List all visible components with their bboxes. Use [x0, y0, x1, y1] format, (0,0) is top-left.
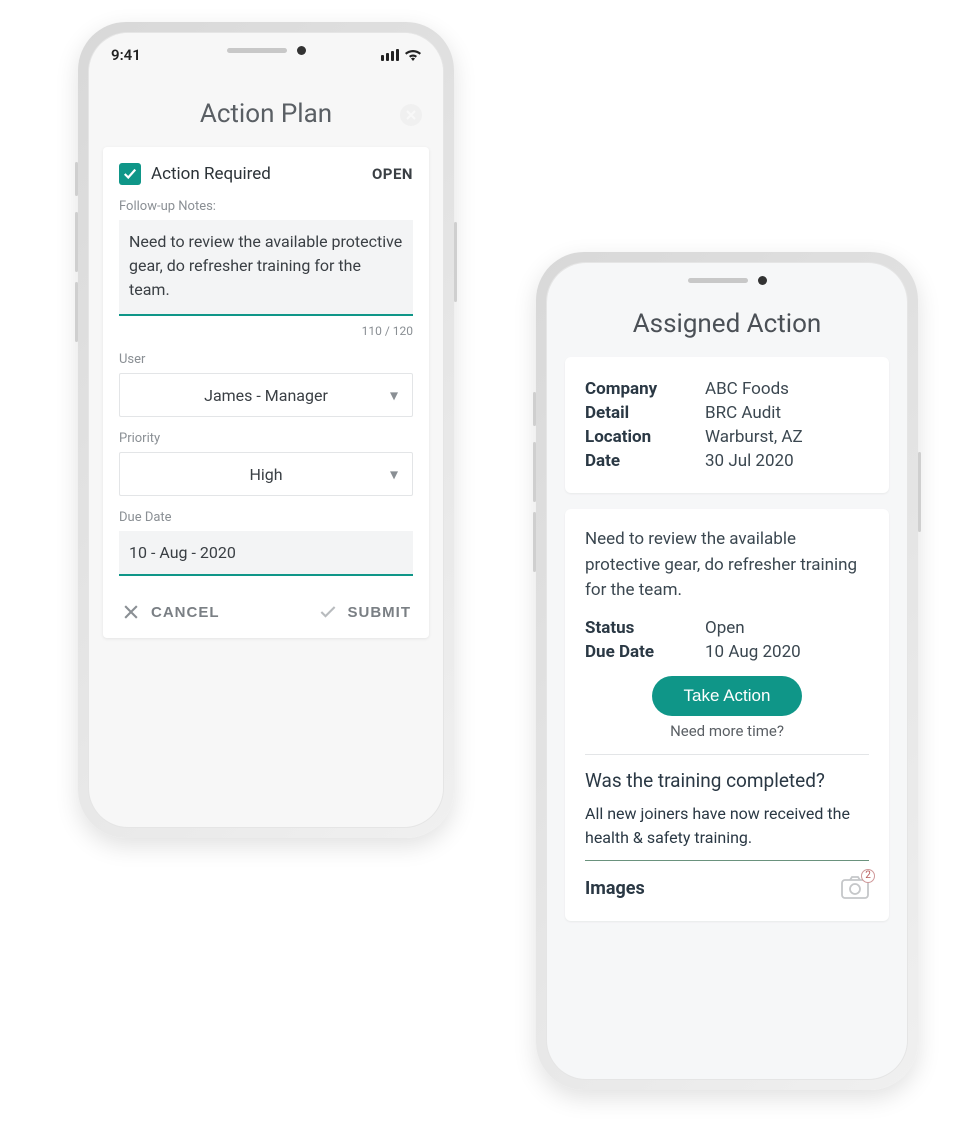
due-date-label: Due Date: [119, 510, 413, 525]
status-time: 9:41: [111, 46, 141, 64]
phone-mockup-assigned-action: Assigned Action CompanyABC Foods DetailB…: [536, 252, 918, 1090]
screen-header: Action Plan: [89, 77, 443, 147]
phone-notch: [201, 41, 331, 59]
due-date-input[interactable]: [119, 531, 413, 576]
cancel-button[interactable]: CANCEL: [121, 602, 220, 622]
action-required-checkbox[interactable]: [119, 163, 141, 185]
check-icon: [318, 602, 338, 622]
location-key: Location: [585, 427, 705, 447]
company-value: ABC Foods: [705, 379, 789, 399]
status-key: Status: [585, 618, 705, 638]
user-select-value: James - Manager: [204, 386, 328, 405]
check-icon: [123, 167, 137, 181]
notes-label: Follow-up Notes:: [119, 199, 413, 214]
notes-input[interactable]: Need to review the available protective …: [119, 220, 413, 316]
detail-key: Detail: [585, 403, 705, 423]
action-plan-card: Action Required OPEN Follow-up Notes: Ne…: [103, 147, 429, 638]
status-value: Open: [705, 618, 745, 638]
detail-value: BRC Audit: [705, 403, 781, 423]
status-badge: OPEN: [372, 165, 413, 183]
divider: [585, 754, 869, 755]
images-label: Images: [585, 878, 645, 899]
signal-icon: [381, 49, 399, 61]
close-icon: [121, 602, 141, 622]
priority-label: Priority: [119, 431, 413, 446]
status-icons: [381, 49, 421, 61]
due-value: 10 Aug 2020: [705, 642, 801, 662]
close-icon[interactable]: [399, 103, 423, 127]
assignment-info-card: CompanyABC Foods DetailBRC Audit Locatio…: [565, 357, 889, 493]
wifi-icon: [405, 49, 421, 61]
need-more-time-link[interactable]: Need more time?: [585, 722, 869, 740]
cancel-button-label: CANCEL: [151, 604, 220, 621]
action-required-label: Action Required: [151, 164, 271, 184]
question-text: Was the training completed?: [585, 769, 869, 792]
phone-notch: [662, 271, 792, 289]
priority-select-value: High: [249, 465, 282, 484]
take-action-button[interactable]: Take Action: [652, 676, 803, 716]
submit-button[interactable]: SUBMIT: [318, 602, 412, 622]
submit-button-label: SUBMIT: [348, 604, 412, 621]
notes-counter: 110 / 120: [119, 324, 413, 338]
company-key: Company: [585, 379, 705, 399]
page-title: Action Plan: [200, 99, 332, 129]
image-count-badge: 2: [861, 869, 875, 883]
page-title: Assigned Action: [547, 309, 907, 339]
due-key: Due Date: [585, 642, 705, 662]
answer-text[interactable]: All new joiners have now received the he…: [585, 802, 869, 861]
action-description: Need to review the available protective …: [585, 527, 869, 604]
user-label: User: [119, 352, 413, 367]
action-detail-card: Need to review the available protective …: [565, 509, 889, 921]
location-value: Warburst, AZ: [705, 427, 803, 447]
phone-mockup-action-plan: 9:41 Action Plan Action Required: [78, 22, 454, 838]
user-select[interactable]: James - Manager ▾: [119, 373, 413, 417]
date-key: Date: [585, 451, 705, 471]
date-value: 30 Jul 2020: [705, 451, 794, 471]
chevron-down-icon: ▾: [390, 386, 398, 405]
chevron-down-icon: ▾: [390, 465, 398, 484]
camera-button[interactable]: 2: [841, 875, 869, 903]
priority-select[interactable]: High ▾: [119, 452, 413, 496]
